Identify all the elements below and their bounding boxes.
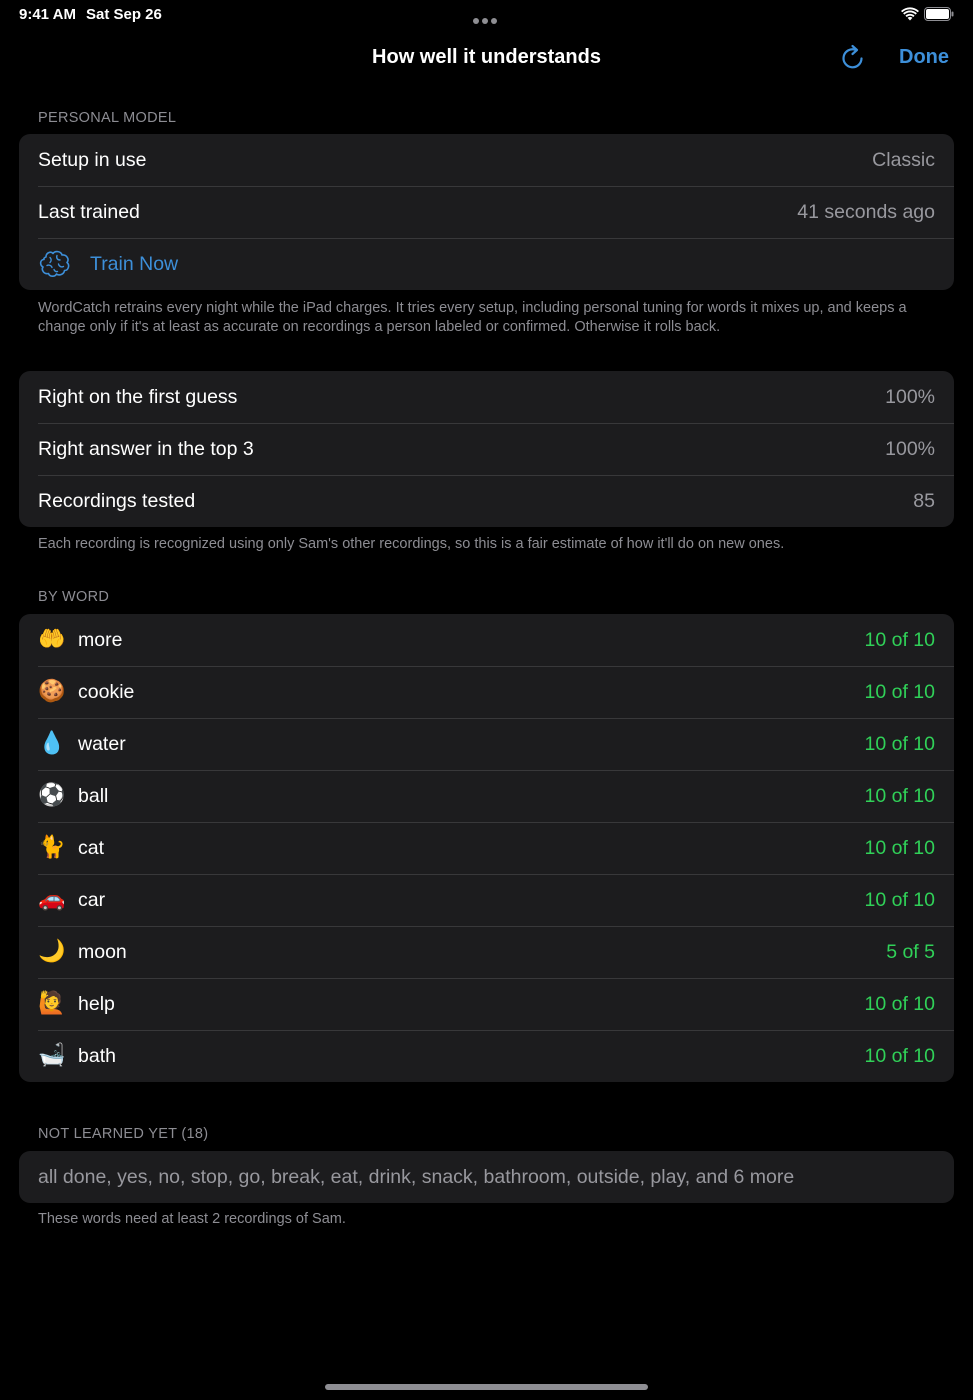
row-label: Right answer in the top 3 bbox=[38, 437, 254, 460]
status-bar: 9:41 AM Sat Sep 26 bbox=[0, 0, 973, 28]
row-label: Recordings tested bbox=[38, 489, 196, 512]
personal-model-group: Setup in use Classic Last trained 41 sec… bbox=[19, 134, 954, 290]
top-3-row: Right answer in the top 3 100% bbox=[19, 423, 954, 475]
section-header-not-learned: NOT LEARNED YET (18) bbox=[38, 1126, 209, 1142]
word-row-car: 🚗 car 10 of 10 bbox=[19, 874, 954, 926]
word-label: ball bbox=[78, 784, 109, 807]
not-learned-list-row: all done, yes, no, stop, go, break, eat,… bbox=[19, 1151, 954, 1203]
train-now-button[interactable]: Train Now bbox=[19, 238, 954, 290]
refresh-icon[interactable] bbox=[839, 43, 867, 73]
recordings-tested-row: Recordings tested 85 bbox=[19, 475, 954, 527]
row-value: 41 seconds ago bbox=[797, 200, 935, 223]
row-value: 100% bbox=[885, 385, 935, 408]
battery-icon bbox=[924, 7, 954, 21]
not-learned-footer: These words need at least 2 recordings o… bbox=[38, 1211, 346, 1227]
row-value: 85 bbox=[913, 489, 935, 512]
word-row-cookie: 🍪 cookie 10 of 10 bbox=[19, 666, 954, 718]
word-label: bath bbox=[78, 1044, 116, 1067]
brain-icon bbox=[39, 250, 70, 277]
word-score: 10 of 10 bbox=[864, 680, 935, 703]
personal-model-footer: WordCatch retrains every night while the… bbox=[38, 300, 907, 335]
word-row-moon: 🌙 moon 5 of 5 bbox=[19, 926, 954, 978]
section-header-personal-model: PERSONAL MODEL bbox=[38, 110, 177, 126]
not-learned-group: all done, yes, no, stop, go, break, eat,… bbox=[19, 1151, 954, 1203]
word-score: 5 of 5 bbox=[886, 940, 935, 963]
soccer-ball-icon: ⚽ bbox=[38, 783, 66, 808]
row-label: Last trained bbox=[38, 200, 140, 223]
cookie-icon: 🍪 bbox=[38, 679, 66, 704]
crescent-moon-icon: 🌙 bbox=[38, 939, 66, 964]
word-row-more: 🤲 more 10 of 10 bbox=[19, 614, 954, 666]
bathtub-icon: 🛁 bbox=[38, 1043, 66, 1068]
setup-in-use-row: Setup in use Classic bbox=[19, 134, 954, 186]
word-label: more bbox=[78, 628, 123, 651]
last-trained-row: Last trained 41 seconds ago bbox=[19, 186, 954, 238]
word-score: 10 of 10 bbox=[864, 732, 935, 755]
wifi-icon bbox=[901, 7, 919, 21]
by-word-group: 🤲 more 10 of 10 🍪 cookie 10 of 10 💧 wate… bbox=[19, 614, 954, 1082]
status-time: 9:41 AM bbox=[19, 6, 76, 23]
word-label: cookie bbox=[78, 680, 135, 703]
done-button[interactable]: Done bbox=[899, 46, 949, 69]
home-indicator[interactable] bbox=[325, 1384, 648, 1390]
word-label: moon bbox=[78, 940, 127, 963]
not-learned-list: all done, yes, no, stop, go, break, eat,… bbox=[38, 1165, 795, 1188]
screen: 9:41 AM Sat Sep 26 How well it understan… bbox=[0, 0, 973, 1400]
multitasking-dots-icon[interactable] bbox=[473, 11, 501, 24]
word-label: cat bbox=[78, 836, 105, 859]
word-label: car bbox=[78, 888, 106, 911]
word-score: 10 of 10 bbox=[864, 992, 935, 1015]
word-row-water: 💧 water 10 of 10 bbox=[19, 718, 954, 770]
word-score: 10 of 10 bbox=[864, 628, 935, 651]
train-now-label: Train Now bbox=[90, 252, 179, 275]
accuracy-footer: Each recording is recognized using only … bbox=[38, 536, 785, 552]
word-score: 10 of 10 bbox=[864, 888, 935, 911]
cat-icon: 🐈 bbox=[38, 835, 66, 860]
section-header-by-word: BY WORD bbox=[38, 589, 110, 605]
word-label: water bbox=[78, 732, 126, 755]
row-label: Right on the first guess bbox=[38, 385, 238, 408]
droplet-icon: 💧 bbox=[38, 731, 66, 756]
status-date: Sat Sep 26 bbox=[86, 6, 162, 23]
row-value: Classic bbox=[872, 148, 935, 171]
word-row-bath: 🛁 bath 10 of 10 bbox=[19, 1030, 954, 1082]
car-icon: 🚗 bbox=[38, 887, 66, 912]
word-label: help bbox=[78, 992, 115, 1015]
row-value: 100% bbox=[885, 437, 935, 460]
word-row-help: 🙋 help 10 of 10 bbox=[19, 978, 954, 1030]
open-hands-icon: 🤲 bbox=[38, 627, 66, 652]
raising-hand-icon: 🙋 bbox=[38, 991, 66, 1016]
word-score: 10 of 10 bbox=[864, 784, 935, 807]
word-score: 10 of 10 bbox=[864, 1044, 935, 1067]
first-guess-row: Right on the first guess 100% bbox=[19, 371, 954, 423]
page-title: How well it understands bbox=[372, 46, 601, 68]
word-row-ball: ⚽ ball 10 of 10 bbox=[19, 770, 954, 822]
accuracy-group: Right on the first guess 100% Right answ… bbox=[19, 371, 954, 527]
word-score: 10 of 10 bbox=[864, 836, 935, 859]
row-label: Setup in use bbox=[38, 148, 147, 171]
word-row-cat: 🐈 cat 10 of 10 bbox=[19, 822, 954, 874]
